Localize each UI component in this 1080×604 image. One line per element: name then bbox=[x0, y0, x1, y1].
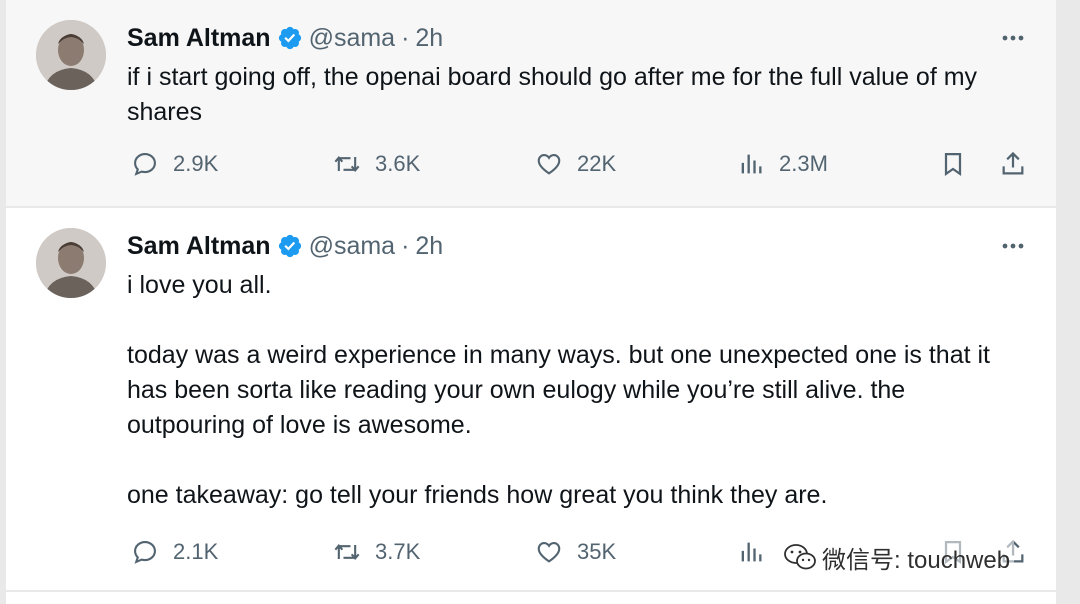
reply-icon bbox=[134, 153, 156, 176]
timestamp[interactable]: 2h bbox=[415, 24, 443, 53]
timestamp[interactable]: 2h bbox=[415, 232, 443, 261]
like-button[interactable]: 22K bbox=[535, 148, 616, 180]
avatar[interactable] bbox=[36, 20, 106, 90]
retweet-icon bbox=[334, 543, 360, 561]
like-button[interactable]: 35K bbox=[535, 536, 616, 568]
verified-badge-icon bbox=[278, 26, 301, 50]
author-name[interactable]: Sam Altman bbox=[127, 232, 271, 261]
tweet-header: Sam Altman @sama · 2h bbox=[127, 230, 443, 262]
retweet-button[interactable]: 3.6K bbox=[333, 148, 420, 180]
heart-icon bbox=[537, 153, 561, 175]
views-chart-icon bbox=[741, 542, 762, 562]
share-icon bbox=[1002, 151, 1024, 175]
retweet-button[interactable]: 3.7K bbox=[333, 536, 420, 568]
reply-count: 2.1K bbox=[173, 539, 219, 564]
tweet[interactable]: Sam Altman @sama · 2h if i start going o… bbox=[6, 0, 1056, 206]
bookmark-button[interactable] bbox=[939, 148, 967, 180]
author-handle[interactable]: @sama bbox=[309, 232, 396, 261]
avatar[interactable] bbox=[36, 228, 106, 298]
share-button[interactable] bbox=[999, 148, 1027, 180]
reply-button[interactable]: 2.1K bbox=[131, 536, 218, 568]
watermark: 微信号: touchweb bbox=[778, 537, 1015, 577]
tweet-header: Sam Altman @sama · 2h bbox=[127, 22, 443, 54]
timeline-feed: Sam Altman @sama · 2h if i start going o… bbox=[6, 0, 1056, 604]
more-options-icon[interactable] bbox=[1000, 234, 1026, 258]
retweet-count: 3.6K bbox=[375, 151, 421, 176]
views-button[interactable]: 2.3M bbox=[737, 148, 828, 180]
tweet[interactable]: Sam Altman @sama · 2h i love you all. to… bbox=[6, 208, 1056, 590]
like-count: 22K bbox=[577, 151, 617, 176]
tweet-text: i love you all. today was a weird experi… bbox=[127, 271, 991, 509]
author-handle[interactable]: @sama bbox=[309, 24, 396, 53]
reply-count: 2.9K bbox=[173, 151, 219, 176]
retweet-icon bbox=[334, 155, 360, 173]
tweet-text: if i start going off, the openai board s… bbox=[127, 63, 984, 126]
watermark-text: 微信号: touchweb bbox=[822, 546, 1011, 574]
author-name[interactable]: Sam Altman bbox=[127, 24, 271, 53]
bookmark-icon bbox=[944, 152, 962, 177]
like-count: 35K bbox=[577, 539, 617, 564]
separator-dot: · bbox=[401, 231, 410, 260]
verified-badge-icon bbox=[278, 234, 301, 258]
separator-dot: · bbox=[401, 23, 410, 52]
reply-icon bbox=[134, 541, 156, 564]
wechat-icon bbox=[784, 544, 816, 570]
tweet-actions: 2.9K 3.6K 22K 2.3M bbox=[127, 148, 1037, 180]
views-count: 2.3M bbox=[779, 151, 828, 176]
retweet-count: 3.7K bbox=[375, 539, 421, 564]
views-button[interactable] bbox=[737, 536, 779, 568]
views-chart-icon bbox=[741, 154, 762, 174]
heart-icon bbox=[537, 541, 561, 563]
reply-button[interactable]: 2.9K bbox=[131, 148, 218, 180]
next-tweet-edge bbox=[6, 592, 1056, 604]
more-options-icon[interactable] bbox=[1000, 26, 1026, 50]
